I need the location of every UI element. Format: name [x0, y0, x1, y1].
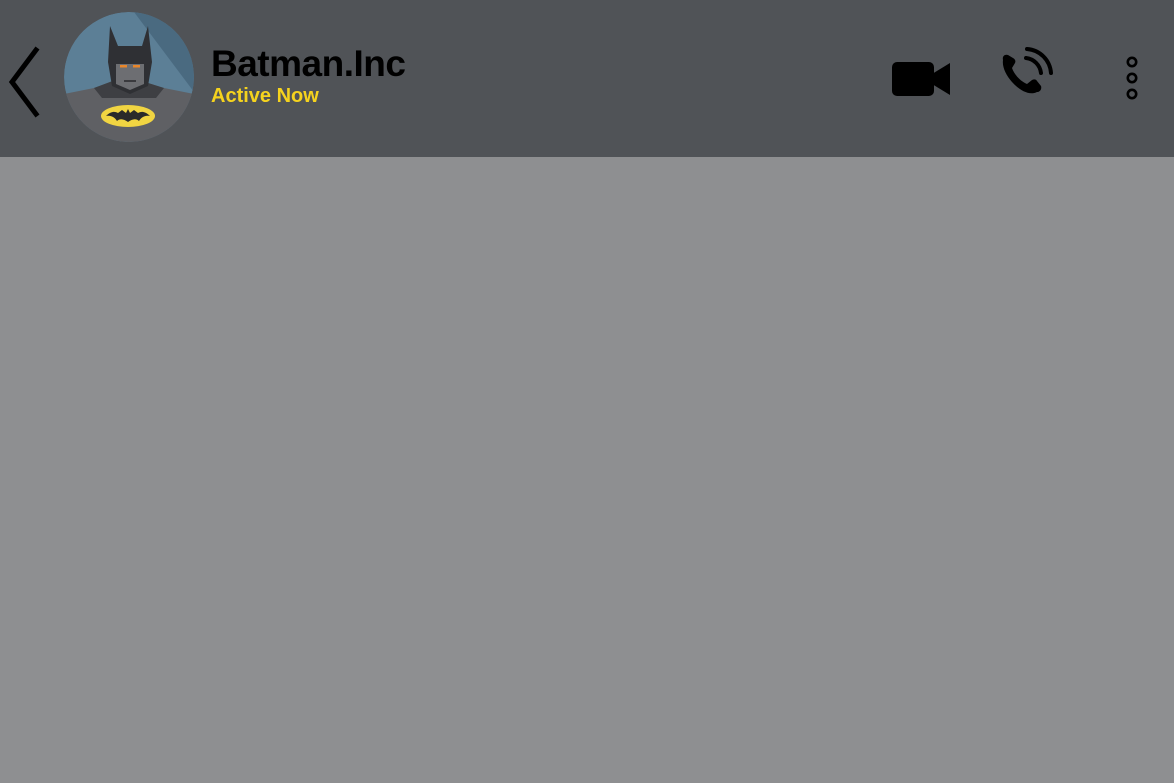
video-camera-icon: [892, 62, 950, 96]
phone-call-icon: [1002, 47, 1053, 94]
more-options-button[interactable]: [1114, 50, 1150, 106]
chevron-left-icon: [8, 46, 40, 118]
chat-header: Batman.Inc Active Now: [0, 0, 1174, 157]
batman-avatar-icon: [64, 12, 194, 142]
more-vertical-icon: [1126, 56, 1138, 100]
video-call-button[interactable]: [886, 50, 956, 106]
contact-name: Batman.Inc: [211, 43, 406, 84]
chat-screen: Batman.Inc Active Now: [0, 0, 1174, 783]
chat-messages-area[interactable]: [0, 157, 1174, 783]
voice-call-button[interactable]: [994, 46, 1058, 108]
status-text: Active Now: [211, 85, 319, 107]
back-button[interactable]: [4, 44, 46, 120]
avatar[interactable]: [64, 12, 194, 142]
